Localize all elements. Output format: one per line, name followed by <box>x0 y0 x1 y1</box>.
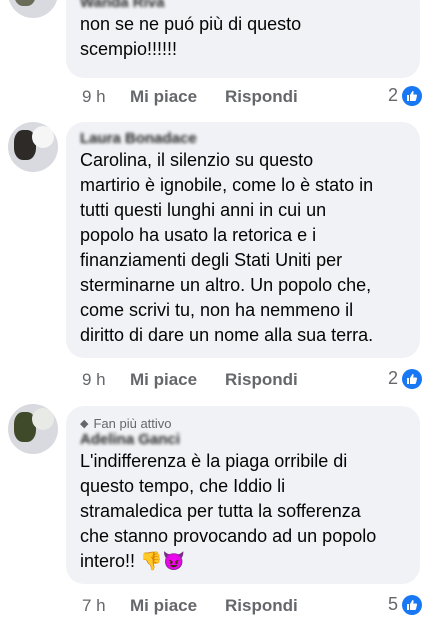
comment-time[interactable]: 9 h <box>82 370 130 390</box>
top-fan-badge: ◆ Fan più attivo <box>80 416 406 431</box>
comment-text: L'indifferenza è la piaga orribile di qu… <box>80 449 406 574</box>
badge-label: Fan più attivo <box>93 416 172 431</box>
thumbs-up-icon <box>402 85 422 106</box>
like-button[interactable]: Mi piace <box>130 87 225 107</box>
comment-actions: 9 h Mi piace Rispondi 2 <box>82 85 422 109</box>
reaction-number: 5 <box>387 594 398 614</box>
comment-actions: 9 h Mi piace Rispondi 2 <box>82 368 422 392</box>
like-button[interactable]: Mi piace <box>130 370 225 390</box>
reply-button[interactable]: Rispondi <box>225 596 298 616</box>
avatar[interactable] <box>8 122 58 172</box>
comment-bubble: ◆ Fan più attivo Adelina Ganci L'indiffe… <box>66 406 420 584</box>
comment-author[interactable]: Wanda Riva <box>80 0 406 10</box>
like-button[interactable]: Mi piace <box>130 596 225 616</box>
reply-button[interactable]: Rispondi <box>225 87 298 107</box>
comment-actions: 7 h Mi piace Rispondi 5 <box>82 594 422 618</box>
thumbs-up-icon <box>402 368 422 389</box>
reaction-number: 2 <box>387 368 398 388</box>
comment-bubble: Wanda Riva non se ne puó più di questo s… <box>66 0 420 78</box>
reaction-number: 2 <box>387 85 398 105</box>
comment-author[interactable]: Laura Bonadace <box>80 132 406 146</box>
reaction-count[interactable]: 2 <box>388 85 422 106</box>
comment-time[interactable]: 9 h <box>82 87 130 107</box>
comment-text-body: L'indifferenza è la piaga orribile di qu… <box>80 451 377 571</box>
comment-time[interactable]: 7 h <box>82 596 130 616</box>
diamond-icon: ◆ <box>80 418 89 430</box>
comment-bubble: Laura Bonadace Carolina, il silenzio su … <box>66 122 420 358</box>
reply-button[interactable]: Rispondi <box>225 370 298 390</box>
thumbs-up-icon <box>402 594 422 615</box>
avatar[interactable] <box>8 0 58 18</box>
reaction-count[interactable]: 5 <box>388 594 422 615</box>
comment-text: Carolina, il silenzio su questo martirio… <box>80 150 374 345</box>
avatar[interactable] <box>8 404 58 454</box>
reaction-count[interactable]: 2 <box>388 368 422 389</box>
comment-author[interactable]: Adelina Ganci <box>80 433 406 447</box>
comment-text: non se ne puó più di questo scempio!!!!!… <box>80 14 302 59</box>
emoji-group: 👎😈 <box>140 551 185 571</box>
